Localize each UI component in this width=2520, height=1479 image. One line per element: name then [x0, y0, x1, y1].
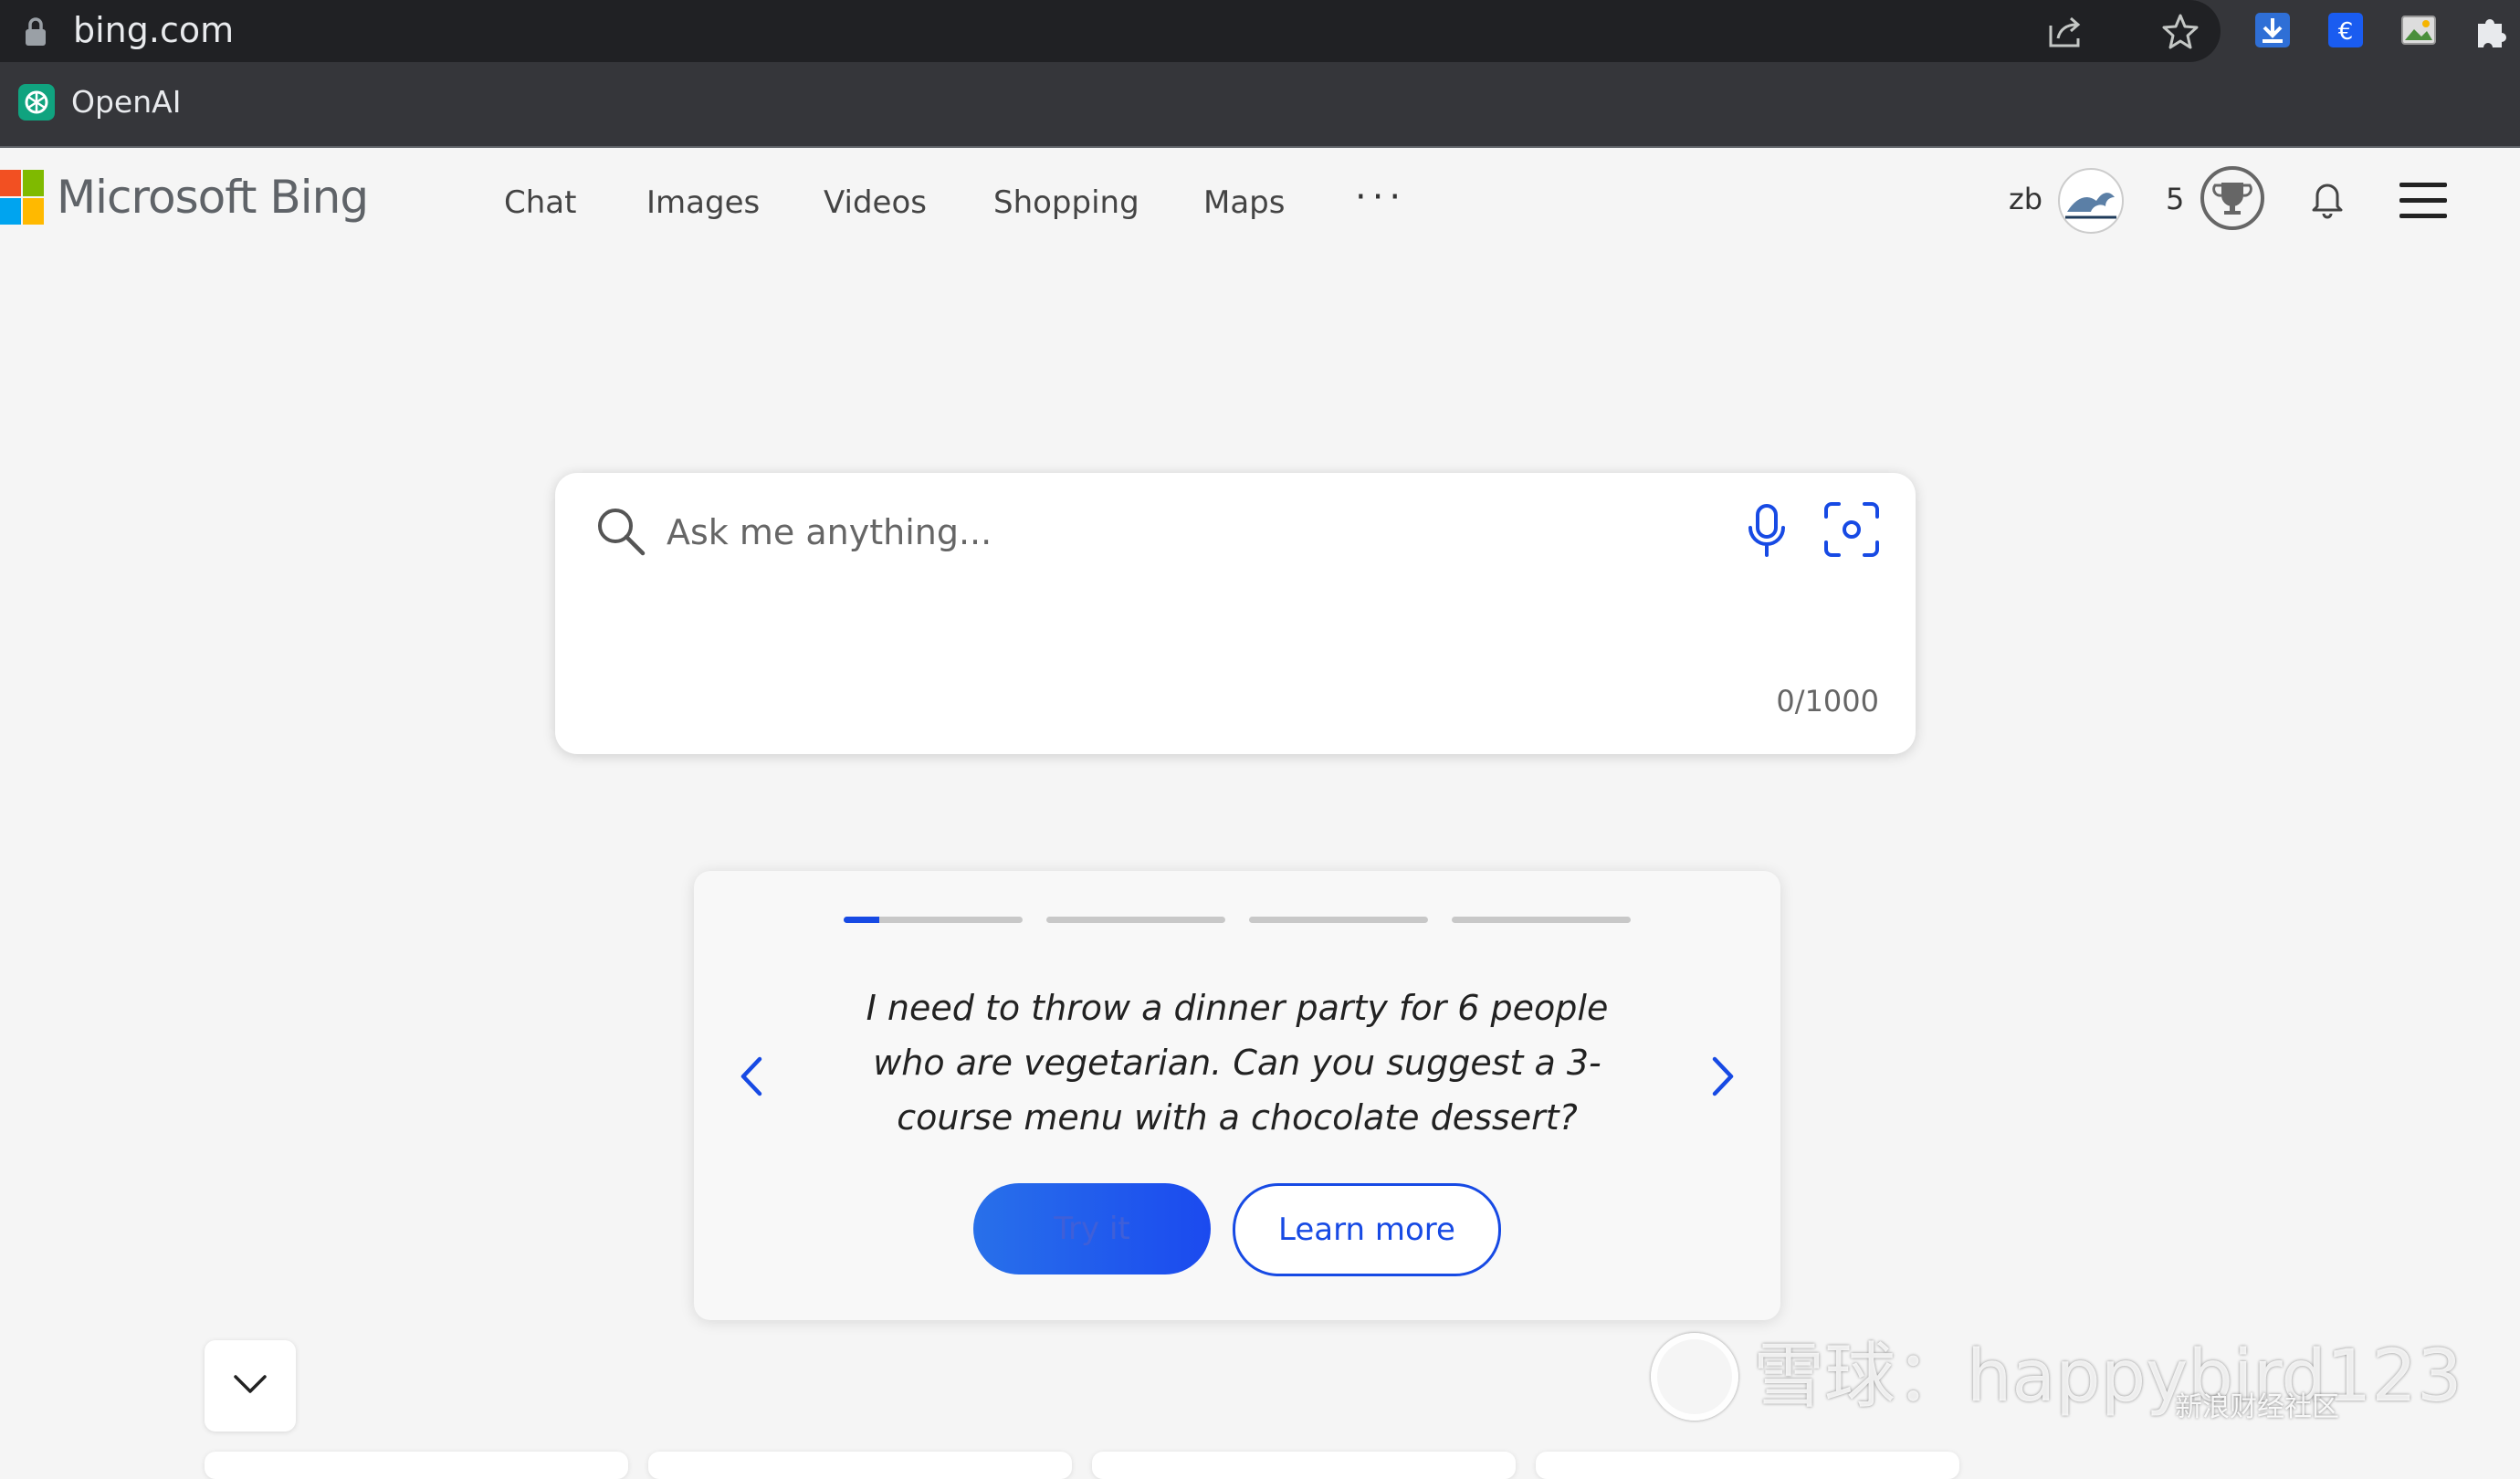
try-it-button[interactable]: Try it	[973, 1183, 1211, 1274]
nav-images[interactable]: Images	[646, 183, 760, 223]
reward-points[interactable]: 5	[2166, 179, 2184, 219]
wave-avatar-icon	[2065, 193, 2116, 219]
character-counter: 0/1000	[1776, 684, 1879, 719]
progress-bar[interactable]	[1249, 917, 1428, 923]
download-extension-icon[interactable]	[2253, 11, 2292, 49]
star-icon[interactable]	[2160, 11, 2200, 51]
watermark-text: 雪球：happybird123	[1753, 1336, 2462, 1418]
search-box[interactable]: 0/1000	[555, 473, 1916, 754]
microsoft-logo-icon	[0, 170, 44, 225]
svg-text:€: €	[2338, 18, 2354, 46]
chevron-left-icon[interactable]	[736, 1054, 767, 1099]
lock-icon[interactable]	[22, 16, 49, 47]
nav-shopping[interactable]: Shopping	[993, 183, 1139, 223]
suggestion-prompt: I need to throw a dinner party for 6 peo…	[866, 988, 1609, 1138]
microphone-icon[interactable]	[1744, 502, 1790, 559]
feed-card[interactable]	[205, 1452, 628, 1479]
bell-icon[interactable]	[2308, 177, 2347, 219]
bookmark-label[interactable]: OpenAI	[71, 82, 181, 122]
more-menu-button[interactable]: ···	[1355, 177, 1406, 217]
progress-bar[interactable]	[1452, 917, 1631, 923]
chevron-right-icon[interactable]	[1707, 1054, 1738, 1099]
bookmarks-bar: OpenAI	[0, 62, 2520, 148]
search-icon	[598, 509, 646, 556]
progress-bar[interactable]	[1046, 917, 1225, 923]
euro-extension-icon[interactable]: €	[2326, 11, 2365, 49]
address-bar[interactable]: bing.com	[0, 0, 2221, 62]
image-extension-icon[interactable]	[2399, 11, 2438, 49]
search-input[interactable]	[665, 506, 1718, 559]
user-initials[interactable]: zb	[2009, 179, 2042, 219]
browser-toolbar: bing.com €	[0, 0, 2520, 62]
xueqiu-logo-icon	[1651, 1333, 1738, 1421]
url-text[interactable]: bing.com	[73, 7, 234, 53]
learn-more-button[interactable]: Learn more	[1233, 1183, 1501, 1276]
feed-card[interactable]	[648, 1452, 1072, 1479]
openai-icon	[18, 84, 55, 121]
visual-search-icon[interactable]	[1822, 500, 1881, 559]
trophy-icon[interactable]	[2200, 166, 2264, 230]
chevron-down-icon	[234, 1375, 267, 1393]
brand-name: Microsoft Bing	[57, 171, 369, 224]
sina-watermark: 新浪财经社区	[2175, 1391, 2339, 1423]
feed-card[interactable]	[1092, 1452, 1516, 1479]
scroll-down-button[interactable]	[205, 1340, 296, 1432]
extensions-puzzle-icon[interactable]	[2471, 11, 2511, 51]
nav-maps[interactable]: Maps	[1203, 183, 1285, 223]
share-icon[interactable]	[2045, 11, 2085, 51]
nav-videos[interactable]: Videos	[824, 183, 927, 223]
avatar[interactable]	[2058, 168, 2124, 234]
feed-card[interactable]	[1536, 1452, 1959, 1479]
progress-bar[interactable]	[844, 917, 1023, 923]
nav-chat[interactable]: Chat	[504, 183, 576, 223]
suggestion-card: I need to throw a dinner party for 6 peo…	[694, 871, 1780, 1320]
hamburger-menu-icon[interactable]	[2399, 183, 2447, 229]
